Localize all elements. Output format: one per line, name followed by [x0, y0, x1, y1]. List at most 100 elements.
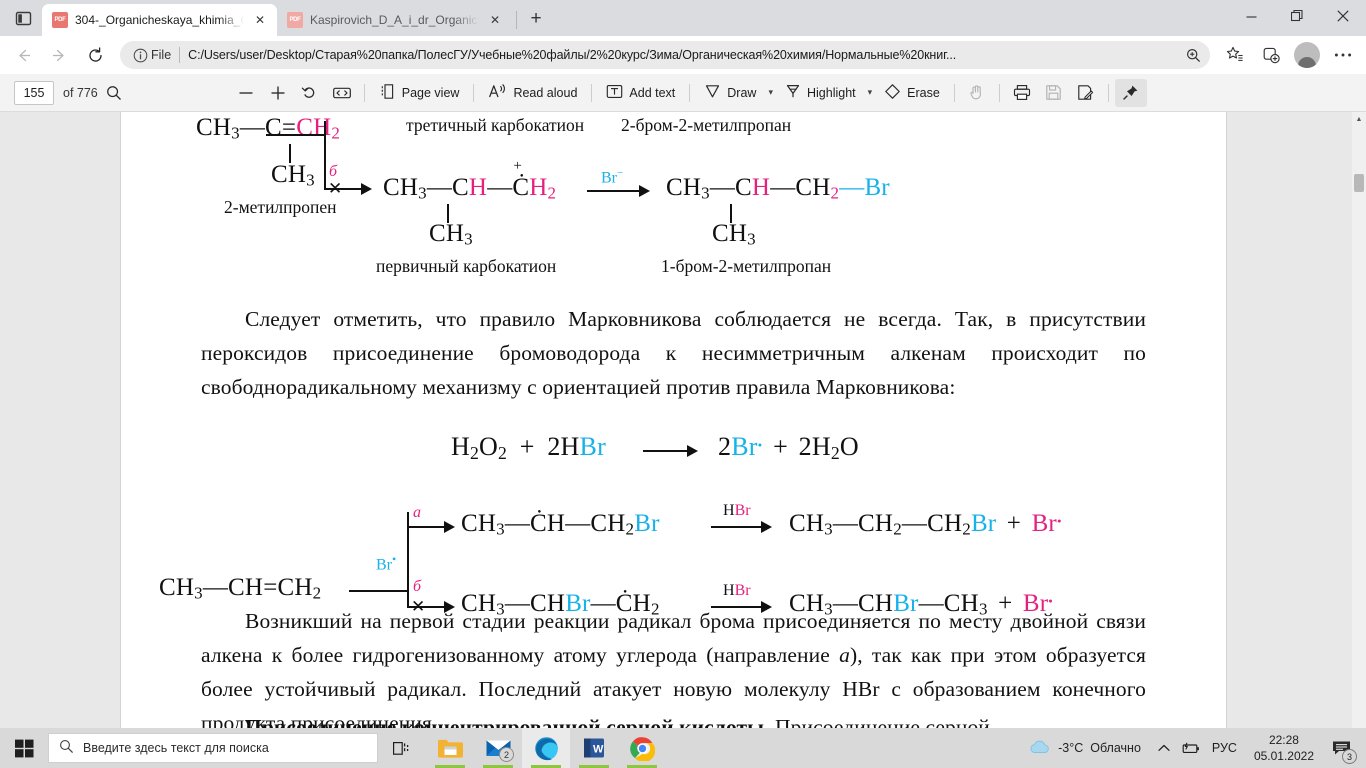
- toolbar-divider: [473, 83, 475, 102]
- more-ellipsis-icon[interactable]: [1326, 40, 1360, 70]
- chevron-down-icon[interactable]: ▾: [864, 87, 877, 98]
- taskbar-app-chrome[interactable]: [618, 728, 666, 768]
- chem-propene: CH3—CH=CH2: [159, 574, 322, 603]
- arrow-a-line: [407, 526, 445, 528]
- browser-tab-1[interactable]: PDF 304-_Organicheskaya_khimia_Ch ✕: [42, 4, 277, 36]
- restore-icon[interactable]: [1274, 0, 1320, 32]
- chem-row-a-intermediate: CH3—ĊH —CH2Br: [461, 510, 660, 539]
- page-number-input[interactable]: 155: [14, 80, 54, 105]
- taskbar-clock[interactable]: 22:28 05.01.2022: [1246, 732, 1322, 764]
- profile-avatar[interactable]: [1290, 40, 1324, 70]
- address-bar[interactable]: File C:/Users/user/Desktop/Старая%20папк…: [120, 41, 1210, 69]
- arrow-a-head: [444, 521, 455, 533]
- tab-actions-icon[interactable]: [4, 0, 42, 36]
- label-tertiary-carbocation: третичный карбокатион: [406, 115, 585, 135]
- close-icon[interactable]: ✕: [251, 11, 269, 29]
- tab-title: 304-_Organicheskaya_khimia_Ch: [75, 13, 244, 27]
- scroll-up-icon[interactable]: ▲: [1352, 112, 1366, 126]
- bracket-stem: [266, 134, 326, 136]
- scheme-stem: [349, 590, 409, 592]
- close-icon[interactable]: ✕: [486, 11, 504, 29]
- add-text-button[interactable]: Add text: [598, 79, 683, 107]
- rotate-icon[interactable]: [294, 79, 326, 107]
- taskbar-search-input[interactable]: Введите здесь текст для поиска: [48, 733, 378, 763]
- weather-widget[interactable]: -3°C Облачно: [1018, 739, 1151, 758]
- fit-to-width-icon[interactable]: [326, 79, 358, 107]
- notifications-icon[interactable]: 3: [1322, 728, 1360, 768]
- window-controls: [1228, 0, 1366, 32]
- close-icon[interactable]: [1320, 0, 1366, 32]
- chevron-up-icon[interactable]: [1151, 728, 1177, 768]
- draw-button[interactable]: Draw: [696, 79, 764, 107]
- back-arrow-icon[interactable]: [6, 40, 40, 70]
- reagent-bromide: Br−: [601, 167, 624, 187]
- forward-arrow-icon[interactable]: [42, 40, 76, 70]
- mail-badge: 2: [499, 747, 514, 762]
- chem-branch-top: CH3: [271, 161, 315, 190]
- label-2-bromo-2-methylpropane: 2-бром-2-метилпропан: [621, 115, 792, 135]
- battery-icon[interactable]: [1177, 728, 1203, 768]
- pdf-viewer[interactable]: CH3—C=CH2 CH3 2-метилпропен б ✕ третичны…: [0, 112, 1366, 728]
- clock-time: 22:28: [1268, 733, 1299, 747]
- url-scheme-label: File: [151, 48, 172, 62]
- temperature-label: -3°C: [1058, 741, 1084, 755]
- taskbar-app-word[interactable]: W: [570, 728, 618, 768]
- add-text-icon: [606, 83, 623, 103]
- chevron-down-icon[interactable]: ▾: [764, 87, 777, 98]
- arrow-b-head: [361, 183, 372, 195]
- zoom-in-icon[interactable]: [1180, 48, 1206, 63]
- hand-tool-icon[interactable]: [961, 79, 993, 107]
- chem-branch-product: CH3: [712, 220, 756, 249]
- chem-primary-carbocation: CH3—CH—ĊH2 +: [383, 158, 557, 203]
- read-aloud-button[interactable]: Read aloud: [480, 79, 585, 107]
- taskbar-app-mail[interactable]: 2: [474, 728, 522, 768]
- zoom-out-button[interactable]: [230, 79, 262, 107]
- zoom-in-button[interactable]: [262, 79, 294, 107]
- chem-branch-primary: CH3: [429, 220, 473, 249]
- toolbar-divider: [689, 83, 691, 102]
- browser-tab-2[interactable]: PDF Kaspirovich_D_A_i_dr_Organiches ✕: [277, 4, 512, 36]
- read-aloud-label: Read aloud: [513, 85, 578, 100]
- save-icon[interactable]: [1038, 79, 1070, 107]
- label-2-methylpropene: 2-метилпропен: [224, 197, 337, 217]
- vertical-scrollbar[interactable]: ▲: [1352, 112, 1366, 728]
- chem-row-a-product: CH3—CH2—CH2Br + Br•: [789, 510, 1062, 539]
- windows-start-icon[interactable]: [0, 728, 48, 768]
- save-as-icon[interactable]: [1070, 79, 1102, 107]
- cloud-icon: [1028, 739, 1051, 758]
- arrow-row-a-head: [761, 521, 772, 533]
- toolbar-divider: [591, 83, 593, 102]
- eraser-icon: [884, 83, 901, 103]
- print-icon[interactable]: [1006, 79, 1038, 107]
- label-1-bromo-2-methylpropane: 1-бром-2-метилпропан: [661, 256, 832, 276]
- taskbar-app-file-explorer[interactable]: [426, 728, 474, 768]
- navigation-bar: File C:/Users/user/Desktop/Старая%20папк…: [0, 36, 1366, 74]
- reagent-hbr-a: HBr: [723, 502, 751, 519]
- draw-label: Draw: [727, 85, 757, 100]
- favorites-star-icon[interactable]: [1218, 40, 1252, 70]
- search-icon[interactable]: [98, 79, 130, 107]
- language-indicator[interactable]: РУС: [1203, 741, 1246, 755]
- equation-arrow-head: [687, 445, 698, 457]
- highlight-icon: [785, 83, 801, 103]
- minimize-icon[interactable]: [1228, 0, 1274, 32]
- refresh-icon[interactable]: [78, 40, 112, 70]
- bracket-vertical: [324, 121, 326, 189]
- pdf-icon: PDF: [287, 12, 303, 28]
- task-view-icon[interactable]: [378, 728, 426, 768]
- new-tab-button[interactable]: +: [521, 4, 551, 34]
- taskbar-app-edge[interactable]: [522, 728, 570, 768]
- toolbar-divider: [953, 83, 955, 102]
- page-view-button[interactable]: Page view: [371, 79, 468, 107]
- tab-divider: [516, 11, 517, 29]
- taskbar-search-placeholder: Введите здесь текст для поиска: [83, 741, 269, 755]
- equation-products: 2Br• + 2H2O: [718, 432, 859, 463]
- reagent-hbr-b: HBr: [723, 582, 751, 599]
- pin-icon[interactable]: [1114, 78, 1147, 107]
- site-info-icon[interactable]: [129, 44, 151, 66]
- page-view-label: Page view: [401, 85, 460, 100]
- highlight-button[interactable]: Highlight: [777, 79, 864, 107]
- collections-icon[interactable]: [1254, 40, 1288, 70]
- scrollbar-thumb[interactable]: [1354, 174, 1364, 192]
- erase-button[interactable]: Erase: [876, 79, 948, 107]
